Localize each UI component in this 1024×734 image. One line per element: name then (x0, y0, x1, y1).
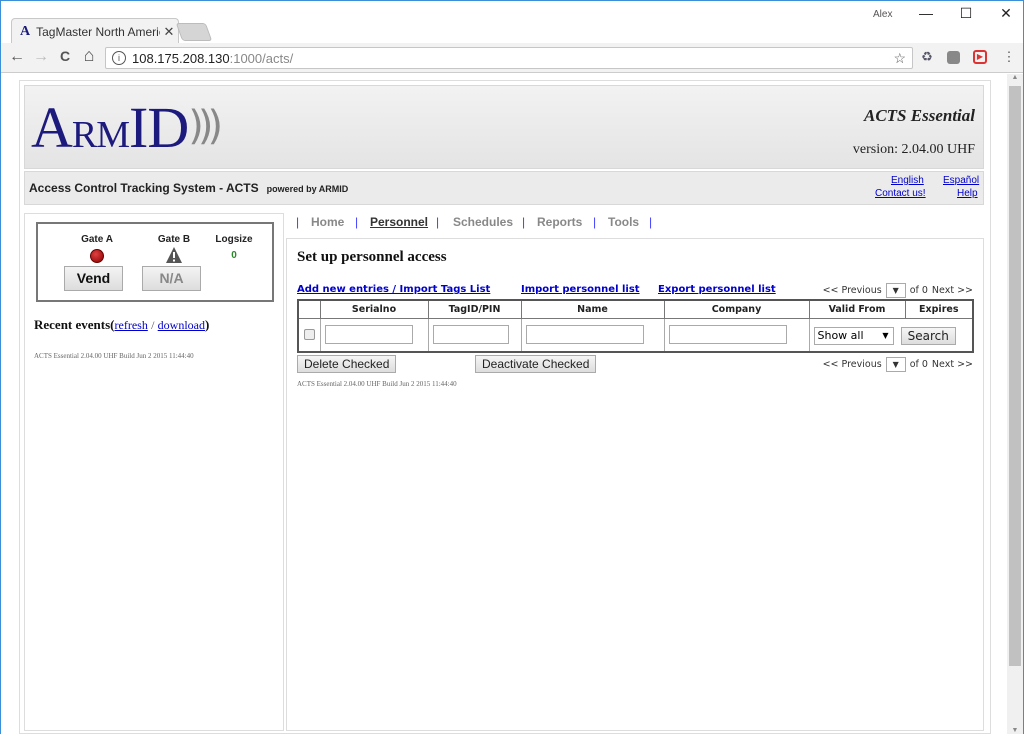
forward-icon[interactable]: → (31, 48, 51, 66)
recent-events-heading: Recent events(refresh / download) (34, 317, 210, 332)
contact-link[interactable]: Contact us! (875, 188, 926, 199)
serialno-filter-input[interactable] (324, 325, 413, 345)
nav-schedules[interactable]: Schedules (453, 215, 513, 229)
new-tab-button[interactable] (175, 23, 213, 41)
column-header (297, 299, 321, 319)
url-path: :1000/acts/ (229, 50, 294, 66)
tab-bar: A TagMaster North America ✕ Alex — ☐ ✕ (1, 1, 1023, 44)
bookmark-star-icon[interactable]: ☆ (893, 50, 906, 67)
gate-b-label: Gate B (157, 234, 191, 245)
page-viewport: ARMID))) ACTS Essential version: 2.04.00… (1, 74, 1023, 734)
company-filter-input[interactable] (668, 325, 787, 345)
info-icon[interactable]: i (112, 51, 126, 65)
scroll-down-icon[interactable]: ▼ (1007, 727, 1023, 734)
profile-name[interactable]: Alex (873, 9, 892, 20)
valid-from-select[interactable]: Show all ▼ (813, 326, 894, 345)
armid-logo: ARMID))) (31, 95, 223, 160)
page-header: ARMID))) ACTS Essential version: 2.04.00… (24, 85, 984, 169)
signal-waves-icon: ))) (188, 103, 223, 149)
column-header-serialno[interactable]: Serialno (319, 299, 429, 319)
add-entries-link[interactable]: Add new entries / Import Tags List (297, 284, 490, 295)
build-info: ACTS Essential 2.04.00 UHF Build Jun 2 2… (34, 352, 194, 360)
scrollbar-thumb[interactable] (1009, 86, 1021, 666)
nav-reports[interactable]: Reports (537, 215, 582, 229)
filter-row: Show all ▼ Search (297, 317, 974, 353)
maximize-icon[interactable]: ☐ (951, 5, 981, 22)
page-count: of 0 (909, 285, 928, 296)
tagid-filter-input[interactable] (432, 325, 509, 345)
gate-b-warning-icon (166, 247, 182, 263)
previous-link[interactable]: << Previous (823, 285, 882, 296)
main-panel: Set up personnel access Add new entries … (286, 238, 984, 731)
version-text: version: 2.04.00 UHF (852, 142, 975, 157)
gate-a-status-led-icon (90, 249, 104, 263)
tab-close-icon[interactable]: ✕ (160, 24, 178, 40)
url-host: 108.175.208.130 (132, 50, 230, 66)
scroll-up-icon[interactable]: ▲ (1007, 74, 1023, 81)
gate-status-box: Gate A Gate B Logsize 0 Vend N/A (36, 222, 274, 302)
left-panel: Gate A Gate B Logsize 0 Vend N/A Recent … (24, 213, 284, 731)
browser-window: A TagMaster North America ✕ Alex — ☐ ✕ ←… (0, 0, 1024, 734)
column-header-name[interactable]: Name (520, 299, 665, 319)
logsize-label: Logsize (215, 234, 253, 245)
next-link[interactable]: Next >> (932, 359, 973, 370)
media-extension-icon[interactable]: ▶ (973, 50, 987, 64)
search-button[interactable]: Search (900, 326, 956, 345)
vertical-scrollbar[interactable]: ▲ ▼ (1007, 74, 1023, 734)
import-personnel-link[interactable]: Import personnel list (521, 284, 640, 295)
powered-by: powered by ARMID (266, 184, 349, 194)
vend-gate-a-button[interactable]: Vend (64, 266, 123, 291)
logsize-value: 0 (231, 250, 237, 261)
next-link[interactable]: Next >> (932, 285, 973, 296)
name-filter-input[interactable] (525, 325, 644, 345)
tab-title: TagMaster North America (36, 24, 160, 39)
gate-a-label: Gate A (81, 234, 113, 245)
column-header-valid-from[interactable]: Valid From (808, 299, 906, 319)
help-link[interactable]: Help (957, 188, 978, 199)
recycle-extension-icon[interactable]: ♻ (919, 49, 935, 65)
table-header-row: Serialno TagID/PIN Name Company Valid Fr… (297, 299, 974, 319)
product-name: ACTS Essential (863, 106, 975, 125)
close-window-icon[interactable]: ✕ (991, 5, 1021, 22)
page-select[interactable]: ▼ (885, 357, 906, 372)
address-bar[interactable]: i 108.175.208.130:1000/acts/ ☆ (105, 47, 913, 69)
deactivate-checked-button[interactable]: Deactivate Checked (475, 355, 597, 373)
back-icon[interactable]: ← (7, 48, 27, 66)
minimize-icon[interactable]: — (911, 5, 941, 21)
page-title: Set up personnel access (297, 249, 447, 265)
page-count: of 0 (909, 359, 928, 370)
reload-icon[interactable]: C (55, 48, 75, 64)
column-header-expires[interactable]: Expires (904, 299, 974, 319)
extension-icon[interactable] (947, 51, 960, 64)
gate-b-button[interactable]: N/A (142, 266, 201, 291)
column-header-company[interactable]: Company (663, 299, 810, 319)
page-select[interactable]: ▼ (885, 283, 906, 298)
download-link[interactable]: download (158, 318, 205, 332)
select-all-checkbox[interactable] (303, 329, 315, 341)
system-title: Access Control Tracking System - ACTS pow… (29, 181, 349, 195)
pager-bottom: << Previous ▼ of 0 Next >> (823, 357, 973, 372)
nav-tools[interactable]: Tools (608, 215, 639, 229)
column-header-tagid[interactable]: TagID/PIN (427, 299, 522, 319)
subtitle-bar: Access Control Tracking System - ACTS pow… (24, 171, 984, 205)
browser-tab[interactable]: A TagMaster North America ✕ (11, 18, 179, 44)
browser-toolbar: ← → C ⌂ i 108.175.208.130:1000/acts/ ☆ ♻… (1, 43, 1023, 73)
pager-top: << Previous ▼ of 0 Next >> (823, 283, 973, 298)
delete-checked-button[interactable]: Delete Checked (297, 355, 397, 373)
home-icon[interactable]: ⌂ (79, 45, 99, 66)
english-link[interactable]: English (891, 175, 924, 186)
nav-home[interactable]: Home (311, 215, 344, 229)
nav-personnel[interactable]: Personnel (370, 215, 428, 229)
chevron-down-icon: ▼ (882, 330, 889, 340)
personnel-table: Serialno TagID/PIN Name Company Valid Fr… (297, 299, 974, 353)
espanol-link[interactable]: Español (943, 175, 979, 186)
refresh-link[interactable]: refresh (115, 318, 148, 332)
page-container: ARMID))) ACTS Essential version: 2.04.00… (19, 80, 991, 734)
export-personnel-link[interactable]: Export personnel list (658, 284, 776, 295)
previous-link[interactable]: << Previous (823, 359, 882, 370)
menu-icon[interactable]: ⋮ (1001, 49, 1017, 65)
build-info: ACTS Essential 2.04.00 UHF Build Jun 2 2… (297, 380, 457, 388)
favicon-icon: A (20, 23, 31, 39)
